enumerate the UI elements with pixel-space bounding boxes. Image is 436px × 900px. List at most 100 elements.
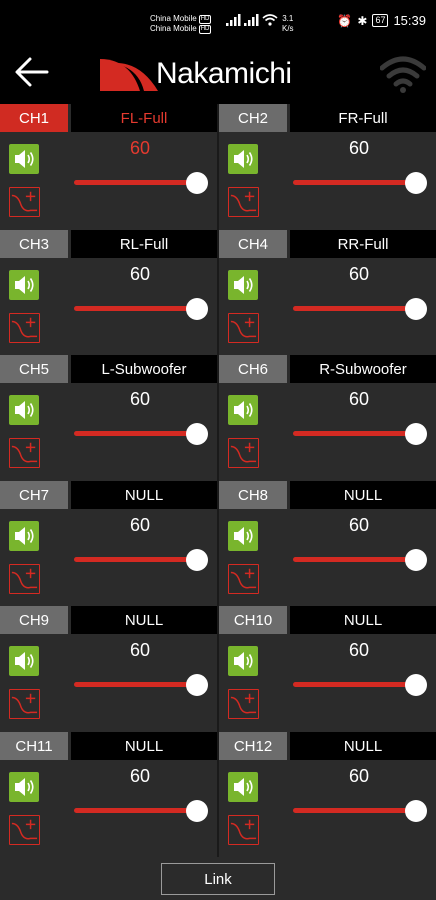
slider-thumb[interactable] [186, 298, 208, 320]
speaker-icon[interactable] [9, 395, 39, 425]
channel-tag[interactable]: CH5 [0, 355, 68, 383]
eq-curve-plus-icon[interactable] [9, 187, 40, 217]
eq-curve-plus-icon[interactable] [228, 313, 259, 343]
channel-name[interactable]: R-Subwoofer [290, 355, 436, 383]
wifi-icon[interactable] [380, 54, 426, 94]
volume-slider[interactable] [293, 422, 427, 446]
volume-slider[interactable] [74, 297, 208, 321]
slider-thumb[interactable] [405, 172, 427, 194]
speaker-icon[interactable] [9, 270, 39, 300]
eq-curve-plus-icon[interactable] [228, 438, 259, 468]
eq-curve-plus-icon[interactable] [9, 313, 40, 343]
channel-name[interactable]: NULL [71, 481, 217, 509]
channel-name[interactable]: L-Subwoofer [71, 355, 217, 383]
eq-curve-plus-icon[interactable] [228, 564, 259, 594]
hd-badge: HD [198, 24, 212, 34]
bluetooth-icon: ✱ [357, 13, 368, 28]
volume-value: 60 [348, 138, 370, 158]
slider-thumb[interactable] [186, 172, 208, 194]
slider-track [74, 682, 197, 687]
slider-track [293, 682, 416, 687]
channel-name[interactable]: NULL [290, 732, 436, 760]
volume-slider[interactable] [74, 799, 208, 823]
net-speed-unit: K/s [282, 24, 294, 33]
slider-thumb[interactable] [186, 800, 208, 822]
channel-tag[interactable]: CH3 [0, 230, 68, 258]
alarm-icon: ⏰ [337, 13, 353, 28]
channel-tag[interactable]: CH1 [0, 104, 68, 132]
channel-name[interactable]: NULL [71, 606, 217, 634]
speaker-icon[interactable] [228, 270, 258, 300]
speaker-icon[interactable] [9, 772, 39, 802]
channel-name[interactable]: NULL [290, 481, 436, 509]
channel-cell: CH1 FL-Full 60 [0, 104, 217, 229]
channel-tag[interactable]: CH8 [219, 481, 287, 509]
slider-thumb[interactable] [405, 800, 427, 822]
carrier-1: China Mobile [150, 14, 197, 23]
column-divider [217, 104, 219, 857]
slider-thumb[interactable] [405, 674, 427, 696]
volume-value: 60 [348, 640, 370, 660]
speaker-icon[interactable] [228, 646, 258, 676]
channel-cell: CH9 NULL 60 [0, 606, 217, 731]
volume-slider[interactable] [293, 799, 427, 823]
eq-curve-plus-icon[interactable] [9, 815, 40, 845]
channel-tag[interactable]: CH6 [219, 355, 287, 383]
net-speed-value: 3.1 [282, 14, 294, 23]
speaker-icon[interactable] [228, 144, 258, 174]
channel-name[interactable]: NULL [71, 732, 217, 760]
eq-curve-plus-icon[interactable] [228, 689, 259, 719]
channel-name[interactable]: FR-Full [290, 104, 436, 132]
channel-cell: CH8 NULL 60 [219, 481, 436, 606]
network-speed: 3.1 K/s [282, 14, 294, 34]
volume-slider[interactable] [293, 171, 427, 195]
channel-tag[interactable]: CH7 [0, 481, 68, 509]
battery-indicator: 67 [372, 14, 389, 27]
channel-name[interactable]: FL-Full [71, 104, 217, 132]
slider-thumb[interactable] [186, 674, 208, 696]
channel-cell: CH6 R-Subwoofer 60 [219, 355, 436, 480]
speaker-icon[interactable] [228, 772, 258, 802]
channel-tag[interactable]: CH12 [219, 732, 287, 760]
volume-slider[interactable] [74, 422, 208, 446]
speaker-icon[interactable] [9, 646, 39, 676]
speaker-icon[interactable] [228, 395, 258, 425]
channel-cell: CH12 NULL 60 [219, 732, 436, 857]
slider-track [293, 557, 416, 562]
channel-tag[interactable]: CH2 [219, 104, 287, 132]
channel-tag[interactable]: CH9 [0, 606, 68, 634]
eq-curve-plus-icon[interactable] [228, 815, 259, 845]
slider-thumb[interactable] [186, 423, 208, 445]
carrier-info: China Mobile HD China Mobile HD [150, 14, 220, 34]
channel-name[interactable]: RL-Full [71, 230, 217, 258]
slider-track [74, 180, 197, 185]
link-button[interactable]: Link [161, 863, 275, 895]
logo-mark-icon [100, 59, 158, 91]
channel-tag[interactable]: CH4 [219, 230, 287, 258]
channel-tag[interactable]: CH11 [0, 732, 68, 760]
slider-thumb[interactable] [405, 549, 427, 571]
volume-slider[interactable] [74, 673, 208, 697]
slider-thumb[interactable] [186, 549, 208, 571]
volume-slider[interactable] [293, 297, 427, 321]
channel-name[interactable]: RR-Full [290, 230, 436, 258]
slider-track [293, 431, 416, 436]
speaker-icon[interactable] [9, 521, 39, 551]
slider-thumb[interactable] [405, 298, 427, 320]
back-arrow-icon[interactable] [14, 56, 50, 88]
eq-curve-plus-icon[interactable] [228, 187, 259, 217]
channel-name[interactable]: NULL [290, 606, 436, 634]
eq-curve-plus-icon[interactable] [9, 689, 40, 719]
volume-slider[interactable] [74, 548, 208, 572]
channel-cell: CH2 FR-Full 60 [219, 104, 436, 229]
slider-thumb[interactable] [405, 423, 427, 445]
slider-track [293, 808, 416, 813]
speaker-icon[interactable] [9, 144, 39, 174]
eq-curve-plus-icon[interactable] [9, 438, 40, 468]
volume-slider[interactable] [74, 171, 208, 195]
volume-slider[interactable] [293, 548, 427, 572]
eq-curve-plus-icon[interactable] [9, 564, 40, 594]
speaker-icon[interactable] [228, 521, 258, 551]
volume-slider[interactable] [293, 673, 427, 697]
channel-tag[interactable]: CH10 [219, 606, 287, 634]
